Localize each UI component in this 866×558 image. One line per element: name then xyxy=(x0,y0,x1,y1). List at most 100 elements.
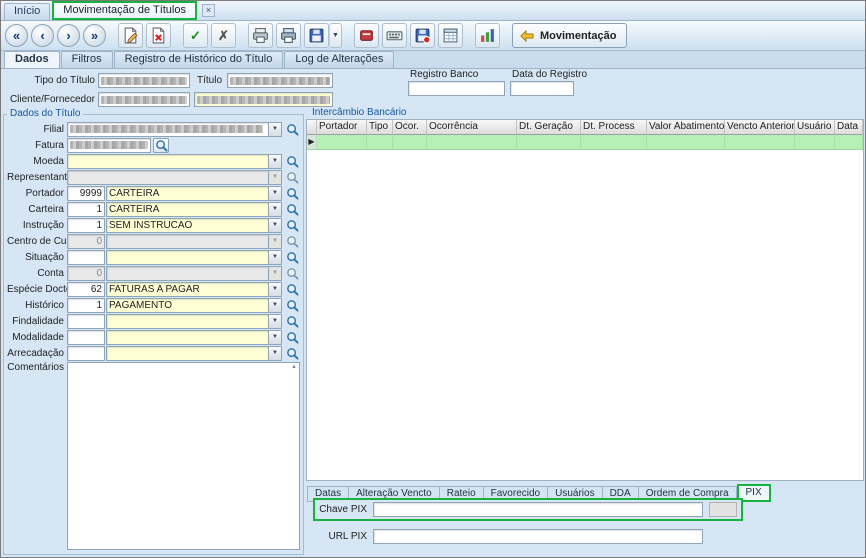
situacao-code-field[interactable] xyxy=(67,250,105,265)
data-do-registro-field[interactable] xyxy=(510,81,574,96)
tab-movimentacao-de-titulos[interactable]: Movimentação de Títulos xyxy=(52,1,197,20)
grid-header-data[interactable]: Data xyxy=(835,120,863,135)
url-pix-row: URL PIX xyxy=(319,529,703,544)
confirm-button[interactable]: ✓ xyxy=(183,23,208,48)
movimentacao-button[interactable]: Movimentação xyxy=(512,23,627,48)
spreadsheet-button[interactable] xyxy=(438,23,463,48)
portador-code-field[interactable]: 9999 xyxy=(67,186,105,201)
grid-header-selector xyxy=(307,120,317,135)
modalidade-lookup-icon[interactable] xyxy=(284,330,300,345)
centro-de-custo-lookup-icon[interactable] xyxy=(284,234,300,249)
scroll-up-icon[interactable]: ▲ xyxy=(291,364,297,370)
tipo-do-titulo-field[interactable] xyxy=(98,73,190,88)
carteira-lookup-icon[interactable] xyxy=(284,202,300,217)
instrucao-code-field[interactable]: 1 xyxy=(67,218,105,233)
instrucao-lookup-icon[interactable] xyxy=(284,218,300,233)
nav-next-button[interactable]: › xyxy=(57,24,80,47)
chevron-down-icon[interactable]: ▼ xyxy=(268,283,281,296)
keyboard-button[interactable] xyxy=(382,23,407,48)
portador-combo[interactable]: CARTEIRA▼ xyxy=(106,186,282,201)
representante-lookup-icon[interactable] xyxy=(284,170,300,185)
tab-log-alteracoes[interactable]: Log de Alterações xyxy=(284,51,394,68)
titulo-label: Título xyxy=(197,75,222,86)
arrecadacao-code-field[interactable] xyxy=(67,346,105,361)
grid-header-dt-process[interactable]: Dt. Process xyxy=(581,120,647,135)
findalidade-combo[interactable]: ▼ xyxy=(106,314,282,329)
tab-inicio[interactable]: Início xyxy=(4,3,50,20)
findalidade-code-field[interactable] xyxy=(67,314,105,329)
filial-combo[interactable]: ▼ xyxy=(67,122,282,137)
url-pix-field[interactable] xyxy=(373,529,703,544)
historico-lookup-icon[interactable] xyxy=(284,298,300,313)
grid-header-dt-geracao[interactable]: Dt. Geração xyxy=(517,120,581,135)
nav-first-button[interactable]: « xyxy=(5,24,28,47)
fatura-lookup-button[interactable] xyxy=(153,138,169,153)
registro-banco-field[interactable] xyxy=(408,81,505,96)
chevron-down-icon[interactable]: ▼ xyxy=(268,315,281,328)
chart-button[interactable] xyxy=(475,23,500,48)
findalidade-row: Findalidade ▼ xyxy=(5,313,302,329)
especie-docto-code-field[interactable]: 62 xyxy=(67,282,105,297)
situacao-combo[interactable]: ▼ xyxy=(106,250,282,265)
instrucao-combo[interactable]: SEM INSTRUCAO▼ xyxy=(106,218,282,233)
grid-header-tipo[interactable]: Tipo xyxy=(367,120,393,135)
dados-do-titulo-title: Dados do Título xyxy=(7,108,83,119)
grid-row-selected[interactable]: ▶ xyxy=(307,135,863,150)
carteira-code-field[interactable]: 1 xyxy=(67,202,105,217)
export-dropdown-button[interactable]: ▼ xyxy=(329,23,342,48)
chevron-down-icon[interactable]: ▼ xyxy=(268,203,281,216)
nav-prev-button[interactable]: ‹ xyxy=(31,24,54,47)
red-card-button[interactable] xyxy=(354,23,379,48)
tab-dados[interactable]: Dados xyxy=(4,51,60,68)
grid-header-vencto-anterior[interactable]: Vencto Anterior xyxy=(725,120,795,135)
chevron-down-icon[interactable]: ▼ xyxy=(268,347,281,360)
situacao-lookup-icon[interactable] xyxy=(284,250,300,265)
chevron-down-icon[interactable]: ▼ xyxy=(268,331,281,344)
portador-lookup-icon[interactable] xyxy=(284,186,300,201)
findalidade-lookup-icon[interactable] xyxy=(284,314,300,329)
chevron-down-icon[interactable]: ▼ xyxy=(268,251,281,264)
chevron-down-icon[interactable]: ▼ xyxy=(268,155,281,168)
print-preview-button[interactable] xyxy=(276,23,301,48)
delete-document-button[interactable] xyxy=(146,23,171,48)
modalidade-code-field[interactable] xyxy=(67,330,105,345)
historico-combo[interactable]: PAGAMENTO▼ xyxy=(106,298,282,313)
grid-header-portador[interactable]: Portador xyxy=(317,120,367,135)
cancel-button[interactable]: ✗ xyxy=(211,23,236,48)
carteira-combo[interactable]: CARTEIRA▼ xyxy=(106,202,282,217)
grid-header-valor-abatimento[interactable]: Valor Abatimento xyxy=(647,120,725,135)
chevron-down-icon[interactable]: ▼ xyxy=(268,219,281,232)
tab-close-icon[interactable]: × xyxy=(202,4,215,17)
intercambio-bancario-panel: Intercâmbio Bancário Portador Tipo Ocor.… xyxy=(306,114,865,555)
chevron-down-icon[interactable]: ▼ xyxy=(268,123,281,136)
moeda-combo[interactable]: ▼ xyxy=(67,154,282,169)
tab-filtros[interactable]: Filtros xyxy=(61,51,113,68)
modalidade-combo[interactable]: ▼ xyxy=(106,330,282,345)
edit-document-button[interactable] xyxy=(118,23,143,48)
cliente-fornecedor-name-field[interactable] xyxy=(194,92,333,107)
chevron-down-icon[interactable]: ▼ xyxy=(268,299,281,312)
grid-header-ocorrencia[interactable]: Ocorrência xyxy=(427,120,517,135)
filial-lookup-icon[interactable] xyxy=(284,122,300,137)
comentarios-textarea[interactable]: ▲ xyxy=(67,362,300,550)
grid-header-usuario[interactable]: Usuário xyxy=(795,120,835,135)
export-save-button[interactable] xyxy=(304,23,329,48)
nav-last-button[interactable]: » xyxy=(83,24,106,47)
moeda-lookup-icon[interactable] xyxy=(284,154,300,169)
save-record-button[interactable] xyxy=(410,23,435,48)
conta-lookup-icon[interactable] xyxy=(284,266,300,281)
conta-row: Conta 0 ▼ xyxy=(5,265,302,281)
fatura-field[interactable] xyxy=(67,138,151,153)
arrecadacao-lookup-icon[interactable] xyxy=(284,346,300,361)
tab-registro-historico[interactable]: Registro de Histórico do Título xyxy=(114,51,284,68)
print-button[interactable] xyxy=(248,23,273,48)
especie-docto-combo[interactable]: FATURAS A PAGAR▼ xyxy=(106,282,282,297)
chave-pix-field[interactable] xyxy=(373,502,703,517)
historico-code-field[interactable]: 1 xyxy=(67,298,105,313)
chevron-down-icon[interactable]: ▼ xyxy=(268,187,281,200)
titulo-field[interactable] xyxy=(227,73,333,88)
cliente-fornecedor-code-field[interactable] xyxy=(98,92,190,107)
arrecadacao-combo[interactable]: ▼ xyxy=(106,346,282,361)
especie-docto-lookup-icon[interactable] xyxy=(284,282,300,297)
grid-header-ocor[interactable]: Ocor. xyxy=(393,120,427,135)
